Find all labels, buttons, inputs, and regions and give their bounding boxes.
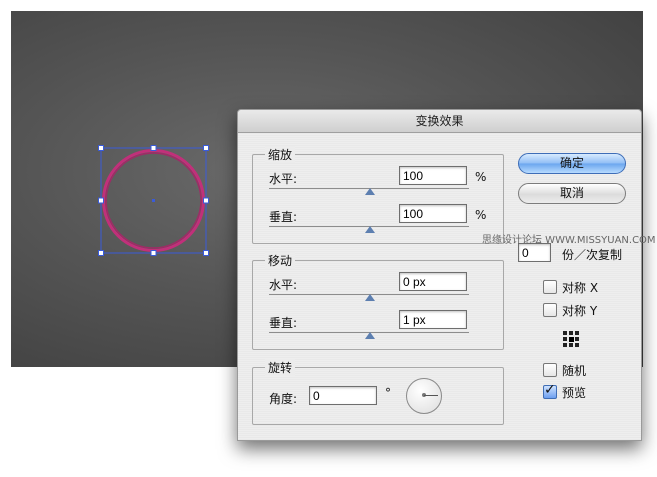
- angle-dial[interactable]: [406, 378, 442, 414]
- move-horizontal-input[interactable]: 0 px: [399, 272, 467, 291]
- scale-group-title: 缩放: [265, 146, 296, 163]
- degree-symbol: °: [385, 386, 391, 400]
- reference-point-icon[interactable]: [563, 331, 579, 347]
- dialog-title: 变换效果: [238, 110, 641, 133]
- scale-horizontal-input[interactable]: 100: [399, 166, 467, 185]
- scale-vertical-slider-thumb[interactable]: [365, 226, 375, 233]
- move-group: 移动 水平: 0 px 垂直: 1 px: [252, 252, 504, 350]
- random-checkbox[interactable]: [543, 363, 557, 377]
- scale-horizontal-unit: %: [475, 170, 487, 184]
- reflect-y-label: 对称 Y: [562, 304, 598, 318]
- scale-horizontal-slider-thumb[interactable]: [365, 188, 375, 195]
- rotate-group: 旋转 角度: 0 °: [252, 359, 504, 425]
- circle-graphic: [98, 145, 209, 256]
- preview-label: 预览: [562, 386, 587, 400]
- move-horizontal-slider-thumb[interactable]: [365, 294, 375, 301]
- scale-vertical-input[interactable]: 100: [399, 204, 467, 223]
- scale-horizontal-label: 水平:: [269, 172, 298, 186]
- angle-input[interactable]: 0: [309, 386, 377, 405]
- reflect-y-checkbox[interactable]: [543, 303, 557, 317]
- move-group-title: 移动: [265, 252, 296, 269]
- reflect-x-checkbox[interactable]: [543, 280, 557, 294]
- transform-effect-dialog: 变换效果 缩放 水平: 100 % 垂直: 100 % 移动 水平: 0 px …: [237, 109, 642, 441]
- rotate-group-title: 旋转: [265, 359, 296, 376]
- move-vertical-slider-thumb[interactable]: [365, 332, 375, 339]
- preview-checkbox[interactable]: [543, 382, 557, 399]
- angle-label: 角度:: [269, 392, 298, 406]
- ok-button[interactable]: 确定: [518, 153, 626, 174]
- selected-circle[interactable]: [98, 145, 209, 256]
- cancel-button[interactable]: 取消: [518, 183, 626, 204]
- scale-group: 缩放 水平: 100 % 垂直: 100 %: [252, 146, 504, 244]
- copies-label: 份／次复制: [562, 248, 623, 262]
- site-watermark: 思缘设计论坛 WWW.MISSYUAN.COM: [482, 235, 656, 246]
- scale-vertical-unit: %: [475, 208, 487, 222]
- scale-vertical-label: 垂直:: [269, 210, 298, 224]
- move-vertical-label: 垂直:: [269, 316, 298, 330]
- reflect-x-label: 对称 X: [562, 281, 599, 295]
- move-vertical-input[interactable]: 1 px: [399, 310, 467, 329]
- random-label: 随机: [562, 364, 587, 378]
- move-horizontal-label: 水平:: [269, 278, 298, 292]
